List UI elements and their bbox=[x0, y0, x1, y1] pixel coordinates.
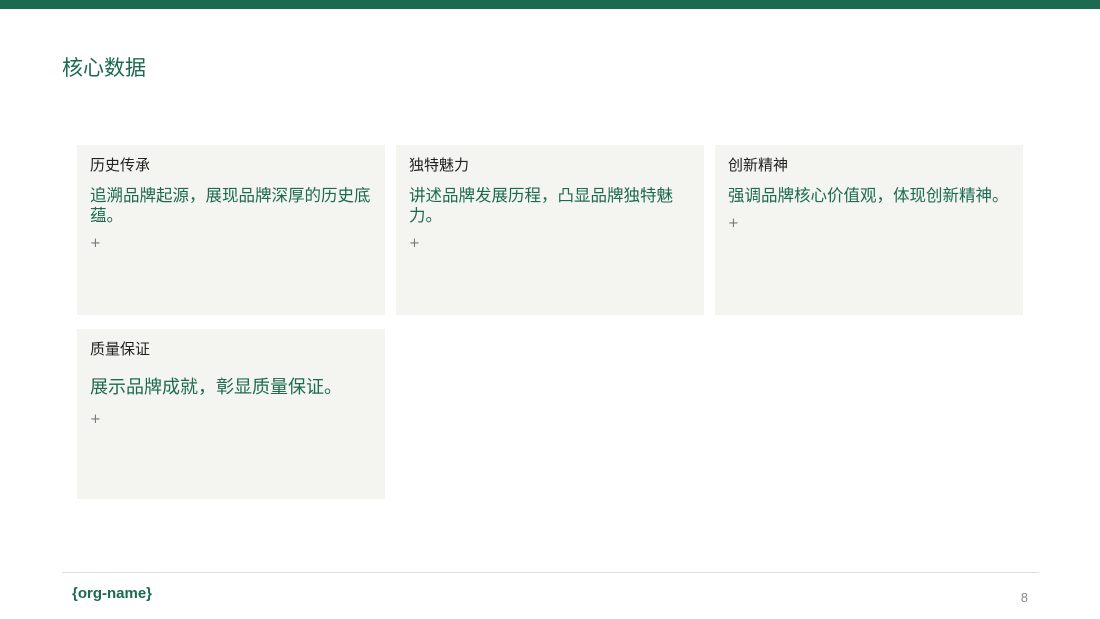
card-description: 追溯品牌起源，展现品牌深厚的历史底蕴。 bbox=[90, 186, 371, 225]
top-accent-bar bbox=[0, 0, 1100, 9]
card-title: 独特魅力 bbox=[409, 156, 470, 174]
org-name: {org-name} bbox=[72, 585, 153, 602]
card-description: 展示品牌成就，彰显质量保证。 bbox=[90, 377, 342, 398]
plus-icon[interactable]: + bbox=[90, 236, 372, 252]
card-quality: 质量保证 展示品牌成就，彰显质量保证。 + bbox=[77, 329, 385, 499]
plus-icon[interactable]: + bbox=[728, 216, 1010, 232]
card-innovation: 创新精神 强调品牌核心价值观，体现创新精神。 + bbox=[715, 145, 1023, 315]
card-description: 讲述品牌发展历程，凸显品牌独特魅力。 bbox=[409, 186, 673, 225]
page-number: 8 bbox=[1020, 590, 1028, 605]
page-title: 核心数据 bbox=[62, 56, 146, 80]
plus-icon[interactable]: + bbox=[90, 412, 372, 428]
card-description: 强调品牌核心价值观，体现创新精神。 bbox=[728, 186, 1009, 205]
card-history: 历史传承 追溯品牌起源，展现品牌深厚的历史底蕴。 + bbox=[77, 145, 385, 315]
card-title: 质量保证 bbox=[90, 340, 151, 358]
card-title: 创新精神 bbox=[728, 156, 789, 174]
card-charm: 独特魅力 讲述品牌发展历程，凸显品牌独特魅力。 + bbox=[396, 145, 704, 315]
plus-icon[interactable]: + bbox=[409, 236, 691, 252]
footer-divider bbox=[62, 572, 1039, 573]
card-title: 历史传承 bbox=[90, 156, 151, 174]
